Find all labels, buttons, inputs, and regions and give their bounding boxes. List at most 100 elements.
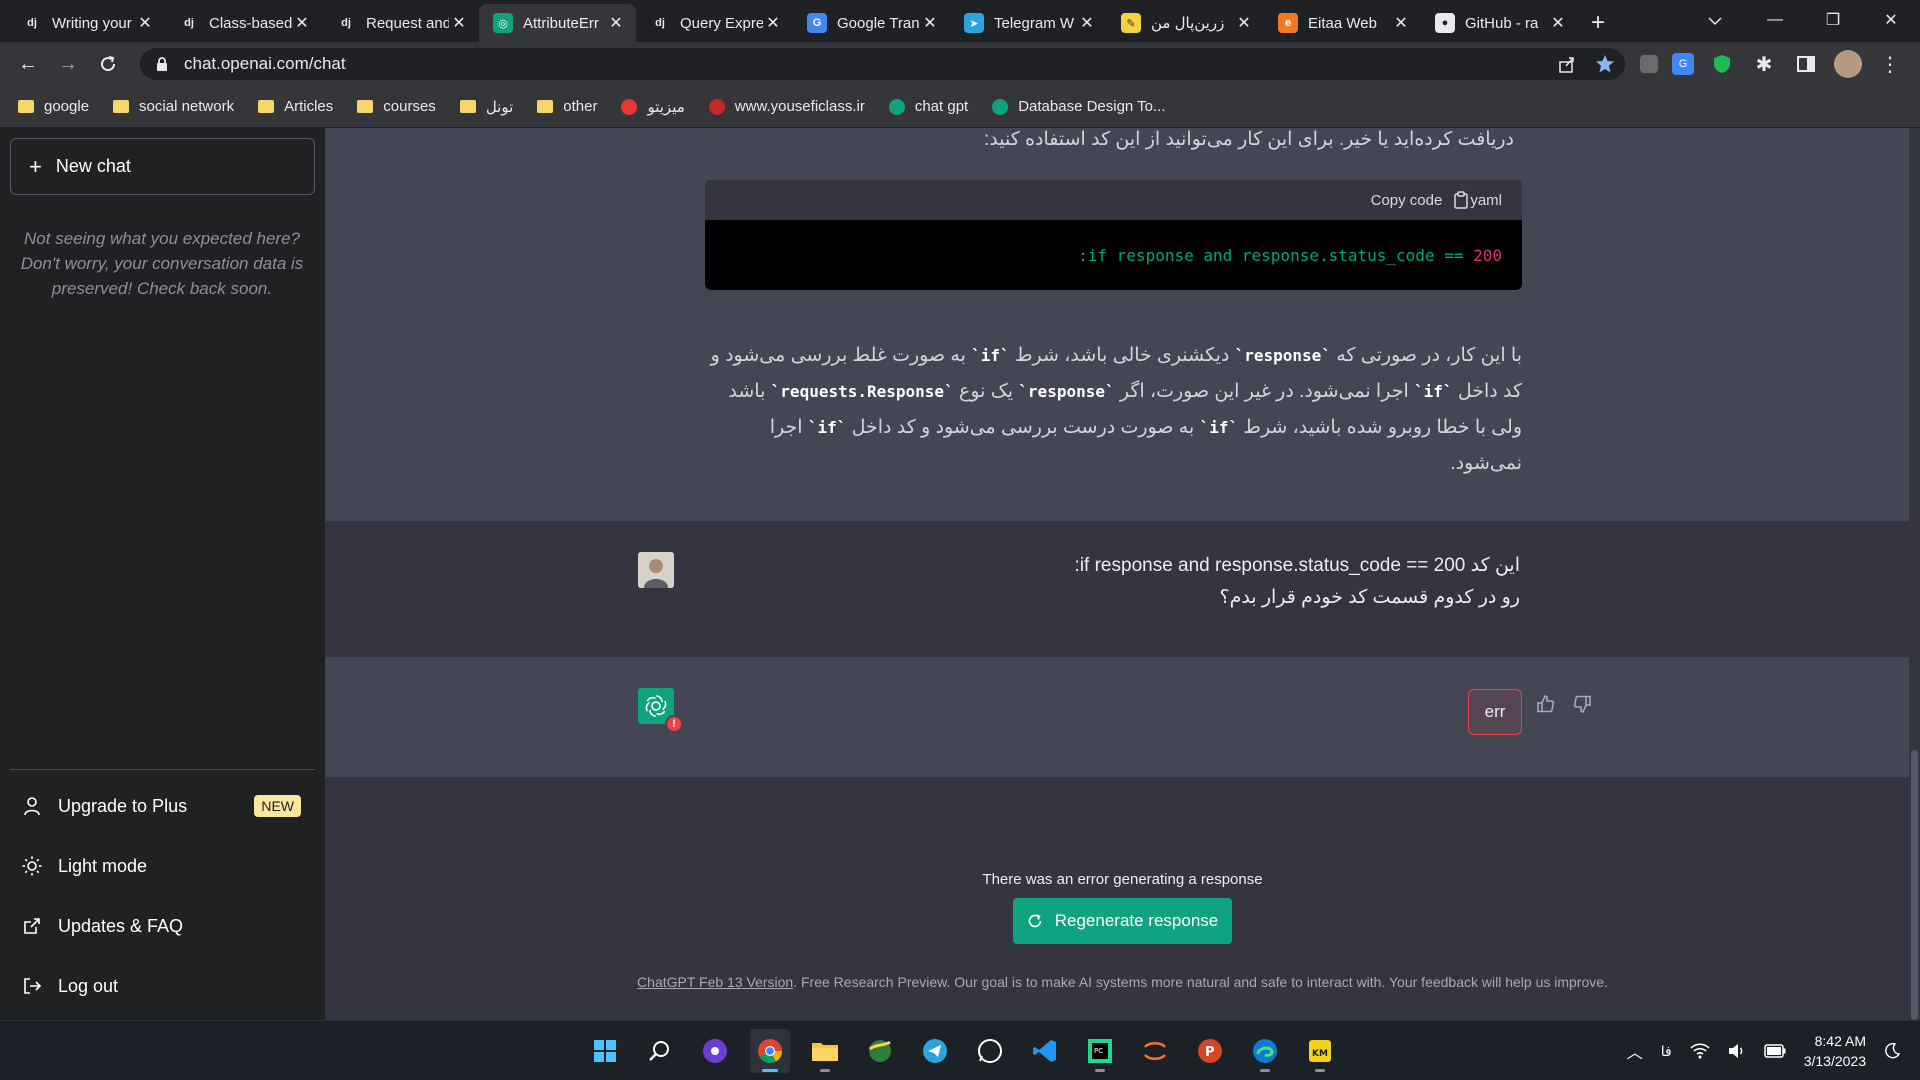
code-number: 200 <box>1473 245 1502 265</box>
chrome-taskbar-icon[interactable] <box>750 1029 790 1073</box>
log-out-button[interactable]: Log out <box>22 966 307 1006</box>
browser-tab[interactable]: ● GitHub - ra ✕ <box>1421 4 1578 42</box>
tab-search-icon[interactable] <box>1700 6 1730 36</box>
podcast-taskbar-icon[interactable] <box>695 1029 735 1073</box>
bookmark-item[interactable]: Articles <box>258 98 333 115</box>
reload-icon[interactable] <box>88 44 128 84</box>
bookmark-item[interactable]: google <box>18 98 89 115</box>
telegram-taskbar-icon[interactable] <box>915 1029 955 1073</box>
file-explorer-taskbar-icon[interactable] <box>805 1029 845 1073</box>
shield-extension-icon[interactable] <box>1708 50 1736 78</box>
close-window-icon[interactable]: ✕ <box>1862 0 1920 40</box>
battery-icon[interactable] <box>1763 1044 1786 1058</box>
browser-tab[interactable]: dj Request and ✕ <box>322 4 479 42</box>
powerpoint-taskbar-icon[interactable]: P <box>1190 1029 1230 1073</box>
note-favicon-icon: ✎ <box>1121 13 1141 33</box>
clipboard-icon[interactable] <box>1454 191 1469 209</box>
clock-date: 3/13/2023 <box>1803 1053 1866 1069</box>
close-tab-icon[interactable]: ✕ <box>1234 13 1254 33</box>
clock[interactable]: 8:42 AM 3/13/2023 <box>1804 1031 1866 1071</box>
light-mode-button[interactable]: Light mode <box>22 846 307 886</box>
bookmark-item[interactable]: تونل <box>459 98 513 116</box>
upgrade-to-plus-button[interactable]: Upgrade to Plus NEW <box>22 786 307 826</box>
bookmark-item[interactable]: chat gpt <box>888 98 968 115</box>
eitaa-favicon-icon: e <box>1278 13 1298 33</box>
copy-code-button[interactable]: Copy code <box>1371 192 1443 209</box>
browser-tab[interactable]: ➤ Telegram W ✕ <box>950 4 1107 42</box>
search-taskbar-icon[interactable] <box>640 1029 680 1073</box>
kmplayer-taskbar-icon[interactable]: KM <box>1300 1029 1340 1073</box>
bookmark-item[interactable]: www.youseficlass.ir <box>708 98 865 115</box>
running-indicator <box>762 1069 778 1072</box>
browser-tab[interactable]: e Eitaa Web ✕ <box>1264 4 1421 42</box>
minimize-icon[interactable]: — <box>1746 0 1804 40</box>
vscode-taskbar-icon[interactable] <box>1025 1029 1065 1073</box>
puzzle-extensions-icon[interactable]: ✱ <box>1750 50 1778 78</box>
browser-tab[interactable]: G Google Tran ✕ <box>793 4 950 42</box>
close-tab-icon[interactable]: ✕ <box>449 13 469 33</box>
telegram-favicon-icon: ➤ <box>964 13 984 33</box>
jupyter-taskbar-icon[interactable] <box>1135 1029 1175 1073</box>
start-taskbar-icon[interactable] <box>585 1029 625 1073</box>
updates-faq-link[interactable]: Updates & FAQ <box>22 906 307 946</box>
extension-icon[interactable] <box>1640 55 1658 73</box>
folder-icon <box>459 100 476 113</box>
thumbs-down-icon[interactable] <box>1570 692 1594 716</box>
volume-icon[interactable] <box>1728 1043 1746 1059</box>
pycharm-taskbar-icon[interactable]: PC <box>1080 1029 1120 1073</box>
browser-globe-taskbar-icon[interactable] <box>860 1029 900 1073</box>
regenerate-response-button[interactable]: Regenerate response <box>1013 898 1232 944</box>
bookmark-item[interactable]: میزیتو <box>621 98 685 116</box>
tray-overflow-icon[interactable]: ︿ <box>1627 1039 1643 1063</box>
browser-tab[interactable]: dj Query Expre ✕ <box>636 4 793 42</box>
side-panel-icon[interactable] <box>1792 50 1820 78</box>
assistant-message-block: دریافت کرده‌اید یا خیر. برای این کار می‌… <box>325 128 1909 521</box>
edge-taskbar-icon[interactable] <box>1245 1029 1285 1073</box>
wifi-icon[interactable] <box>1690 1043 1710 1059</box>
plus-icon: + <box>29 153 42 179</box>
bookmark-star-icon[interactable] <box>1595 54 1615 74</box>
bookmark-item[interactable]: courses <box>357 98 436 115</box>
thumbs-up-icon[interactable] <box>1534 692 1558 716</box>
restore-icon[interactable]: ❐ <box>1804 0 1862 40</box>
share-icon[interactable] <box>1557 54 1577 74</box>
forward-icon[interactable]: → <box>48 44 88 84</box>
system-tray: ︿ فا 8:42 AM 3/13/2023 <box>1627 1021 1900 1080</box>
external-link-icon <box>24 918 40 934</box>
new-tab-button[interactable]: + <box>1578 4 1618 42</box>
lock-icon[interactable] <box>154 56 170 72</box>
browser-tab[interactable]: ✎ زرین‌پال من ✕ <box>1107 4 1264 42</box>
close-tab-icon[interactable]: ✕ <box>1077 13 1097 33</box>
close-tab-icon[interactable]: ✕ <box>606 13 626 33</box>
browser-tab[interactable]: ◎ AttributeErr ✕ <box>479 4 636 42</box>
close-tab-icon[interactable]: ✕ <box>1391 13 1411 33</box>
close-tab-icon[interactable]: ✕ <box>920 13 940 33</box>
error-badge-icon: ! <box>665 715 683 733</box>
close-tab-icon[interactable]: ✕ <box>1548 13 1568 33</box>
browser-tab[interactable]: dj Class-based ✕ <box>165 4 322 42</box>
whatsapp-taskbar-icon[interactable] <box>970 1029 1010 1073</box>
moon-icon[interactable] <box>1884 1043 1900 1059</box>
profile-avatar[interactable] <box>1834 50 1862 78</box>
footer-disclaimer: ChatGPT Feb 13 Version. Free Research Pr… <box>325 974 1920 990</box>
version-link[interactable]: ChatGPT Feb 13 Version <box>637 974 793 990</box>
sun-icon <box>22 856 42 876</box>
taskbar-apps: PC P KM <box>585 1029 1340 1073</box>
translate-extension-icon[interactable]: G <box>1672 53 1694 75</box>
bookmark-item[interactable]: social network <box>113 98 234 115</box>
close-tab-icon[interactable]: ✕ <box>292 13 312 33</box>
language-indicator[interactable]: فا <box>1661 1043 1672 1060</box>
menu-kebab-icon[interactable]: ⋮ <box>1876 50 1904 78</box>
assistant-error-block <box>325 657 1909 777</box>
url-input[interactable]: chat.openai.com/chat <box>140 48 1625 80</box>
para-text: یک نوع <box>953 381 1019 402</box>
bookmark-item[interactable]: other <box>537 98 597 115</box>
back-icon[interactable]: ← <box>8 44 48 84</box>
svg-text:PC: PC <box>1094 1047 1103 1055</box>
close-tab-icon[interactable]: ✕ <box>763 13 783 33</box>
bookmark-item[interactable]: Database Design To... <box>992 98 1166 115</box>
sidebar: + New chat Not seeing what you expected … <box>0 128 325 1020</box>
browser-tab[interactable]: dj Writing your ✕ <box>8 4 165 42</box>
close-tab-icon[interactable]: ✕ <box>135 13 155 33</box>
new-chat-button[interactable]: + New chat <box>10 138 315 195</box>
